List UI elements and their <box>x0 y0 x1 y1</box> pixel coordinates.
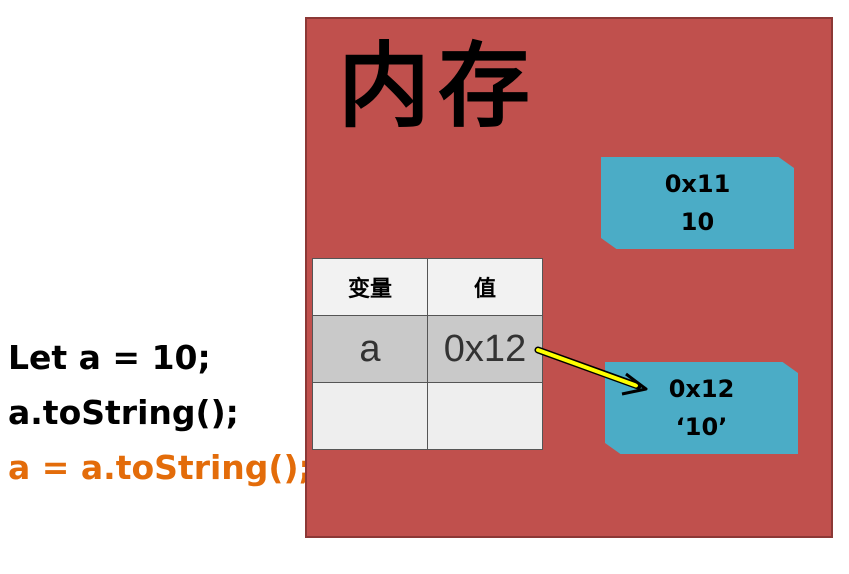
memory-block: 0x11 10 <box>601 157 794 249</box>
code-snippet: Let a = 10; a.toString(); a = a.toString… <box>8 330 312 495</box>
header-value: 值 <box>427 258 543 316</box>
memory-title: 内存 <box>338 33 539 140</box>
variable-name-cell: a <box>312 315 428 383</box>
code-line-2: a.toString(); <box>8 393 239 432</box>
table-row <box>312 382 543 450</box>
variable-name-cell <box>312 382 428 450</box>
variable-value-cell: 0x12 <box>427 315 543 383</box>
memory-block-value: 10 <box>680 208 715 236</box>
variable-table: 变量 值 a 0x12 <box>312 258 543 450</box>
memory-block-address: 0x11 <box>664 170 731 198</box>
header-variable: 变量 <box>312 258 428 316</box>
memory-block-value: ‘10’ <box>675 413 728 441</box>
table-row: a 0x12 <box>312 315 543 383</box>
code-line-3-current: a = a.toString(); <box>8 448 312 487</box>
memory-block-address: 0x12 <box>668 375 735 403</box>
variable-value-cell <box>427 382 543 450</box>
memory-block: 0x12 ‘10’ <box>605 362 798 454</box>
code-line-1: Let a = 10; <box>8 338 211 377</box>
table-header-row: 变量 值 <box>312 258 543 316</box>
